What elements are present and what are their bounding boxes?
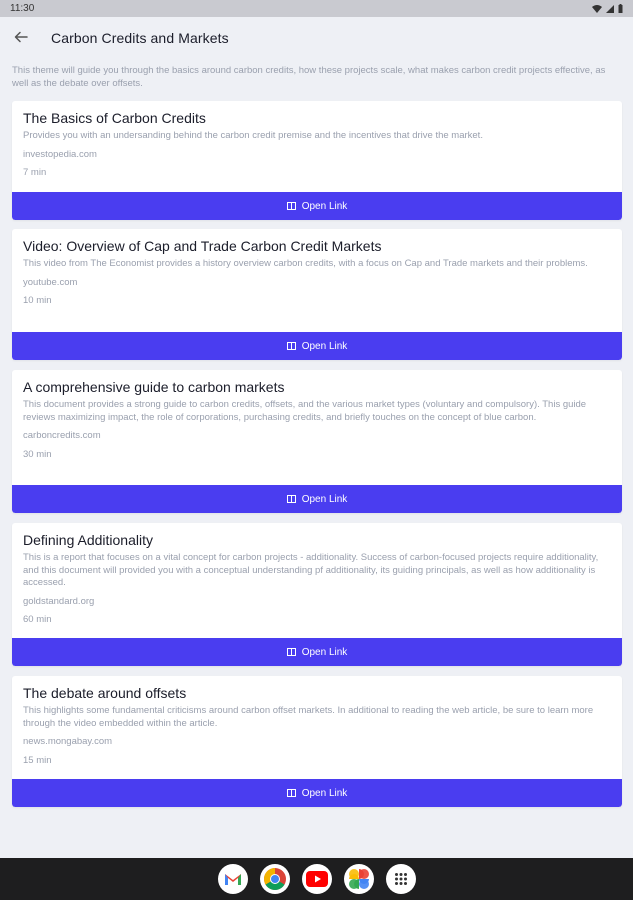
card-description: This video from The Economist provides a… bbox=[23, 258, 588, 269]
open-link-button[interactable]: Open Link bbox=[12, 638, 622, 666]
card-source: goldstandard.org bbox=[23, 595, 95, 607]
open-link-button[interactable]: Open Link bbox=[12, 332, 622, 360]
card-read-time: 60 min bbox=[23, 614, 52, 625]
book-icon bbox=[286, 342, 296, 350]
card-source: carboncredits.com bbox=[23, 430, 101, 441]
back-arrow-icon[interactable] bbox=[13, 29, 29, 45]
card-read-time: 10 min bbox=[23, 295, 52, 306]
status-icons bbox=[592, 4, 623, 13]
open-link-button[interactable]: Open Link bbox=[12, 192, 622, 220]
battery-icon bbox=[618, 4, 623, 13]
book-icon bbox=[286, 789, 296, 797]
page-title: Carbon Credits and Markets bbox=[51, 30, 229, 46]
chrome-icon[interactable] bbox=[259, 864, 290, 894]
open-link-label: Open Link bbox=[301, 493, 348, 505]
card-description: This is a report that focuses on a vital… bbox=[23, 552, 599, 588]
card-title: A comprehensive guide to carbon markets bbox=[23, 379, 285, 395]
book-icon bbox=[286, 648, 296, 656]
card-description: This highlights some fundamental critici… bbox=[23, 705, 594, 729]
gmail-icon[interactable] bbox=[217, 864, 248, 894]
status-time: 11:30 bbox=[10, 3, 35, 14]
open-link-label: Open Link bbox=[301, 787, 348, 799]
app-bar: Carbon Credits and Markets bbox=[0, 17, 633, 59]
signal-icon bbox=[606, 4, 614, 13]
wifi-icon bbox=[592, 4, 602, 13]
resource-card: A comprehensive guide to carbon markets … bbox=[12, 370, 622, 513]
card-read-time: 15 min bbox=[23, 754, 52, 766]
book-icon bbox=[286, 202, 296, 210]
taskbar-dock bbox=[0, 858, 633, 900]
app-drawer-icon[interactable] bbox=[385, 864, 416, 894]
open-link-label: Open Link bbox=[301, 646, 348, 658]
card-source: investopedia.com bbox=[23, 148, 97, 160]
open-link-label: Open Link bbox=[301, 200, 348, 212]
status-bar: 11:30 bbox=[0, 0, 633, 17]
resource-card: The debate around offsets This highlight… bbox=[12, 676, 622, 807]
card-source: news.mongabay.com bbox=[23, 736, 113, 747]
theme-description: This theme will guide you through the ba… bbox=[12, 65, 606, 89]
open-link-button[interactable]: Open Link bbox=[12, 779, 622, 807]
resource-card: Defining Additionality This is a report … bbox=[12, 523, 622, 666]
resource-card: The Basics of Carbon Credits Provides yo… bbox=[12, 101, 622, 220]
book-icon bbox=[286, 495, 296, 503]
photos-icon[interactable] bbox=[343, 864, 374, 894]
card-description: This document provides a strong guide to… bbox=[23, 399, 587, 423]
card-title: The Basics of Carbon Credits bbox=[23, 110, 206, 126]
card-title: Defining Additionality bbox=[23, 532, 153, 548]
resource-card: Video: Overview of Cap and Trade Carbon … bbox=[12, 229, 622, 360]
card-read-time: 7 min bbox=[23, 167, 47, 178]
card-title: Video: Overview of Cap and Trade Carbon … bbox=[23, 238, 382, 254]
youtube-icon[interactable] bbox=[301, 864, 332, 894]
card-source: youtube.com bbox=[23, 276, 78, 288]
open-link-button[interactable]: Open Link bbox=[12, 485, 622, 513]
card-read-time: 30 min bbox=[23, 448, 52, 460]
card-title: The debate around offsets bbox=[23, 685, 187, 701]
card-description: Provides you with an undersanding behind… bbox=[23, 130, 483, 141]
open-link-label: Open Link bbox=[301, 340, 348, 352]
